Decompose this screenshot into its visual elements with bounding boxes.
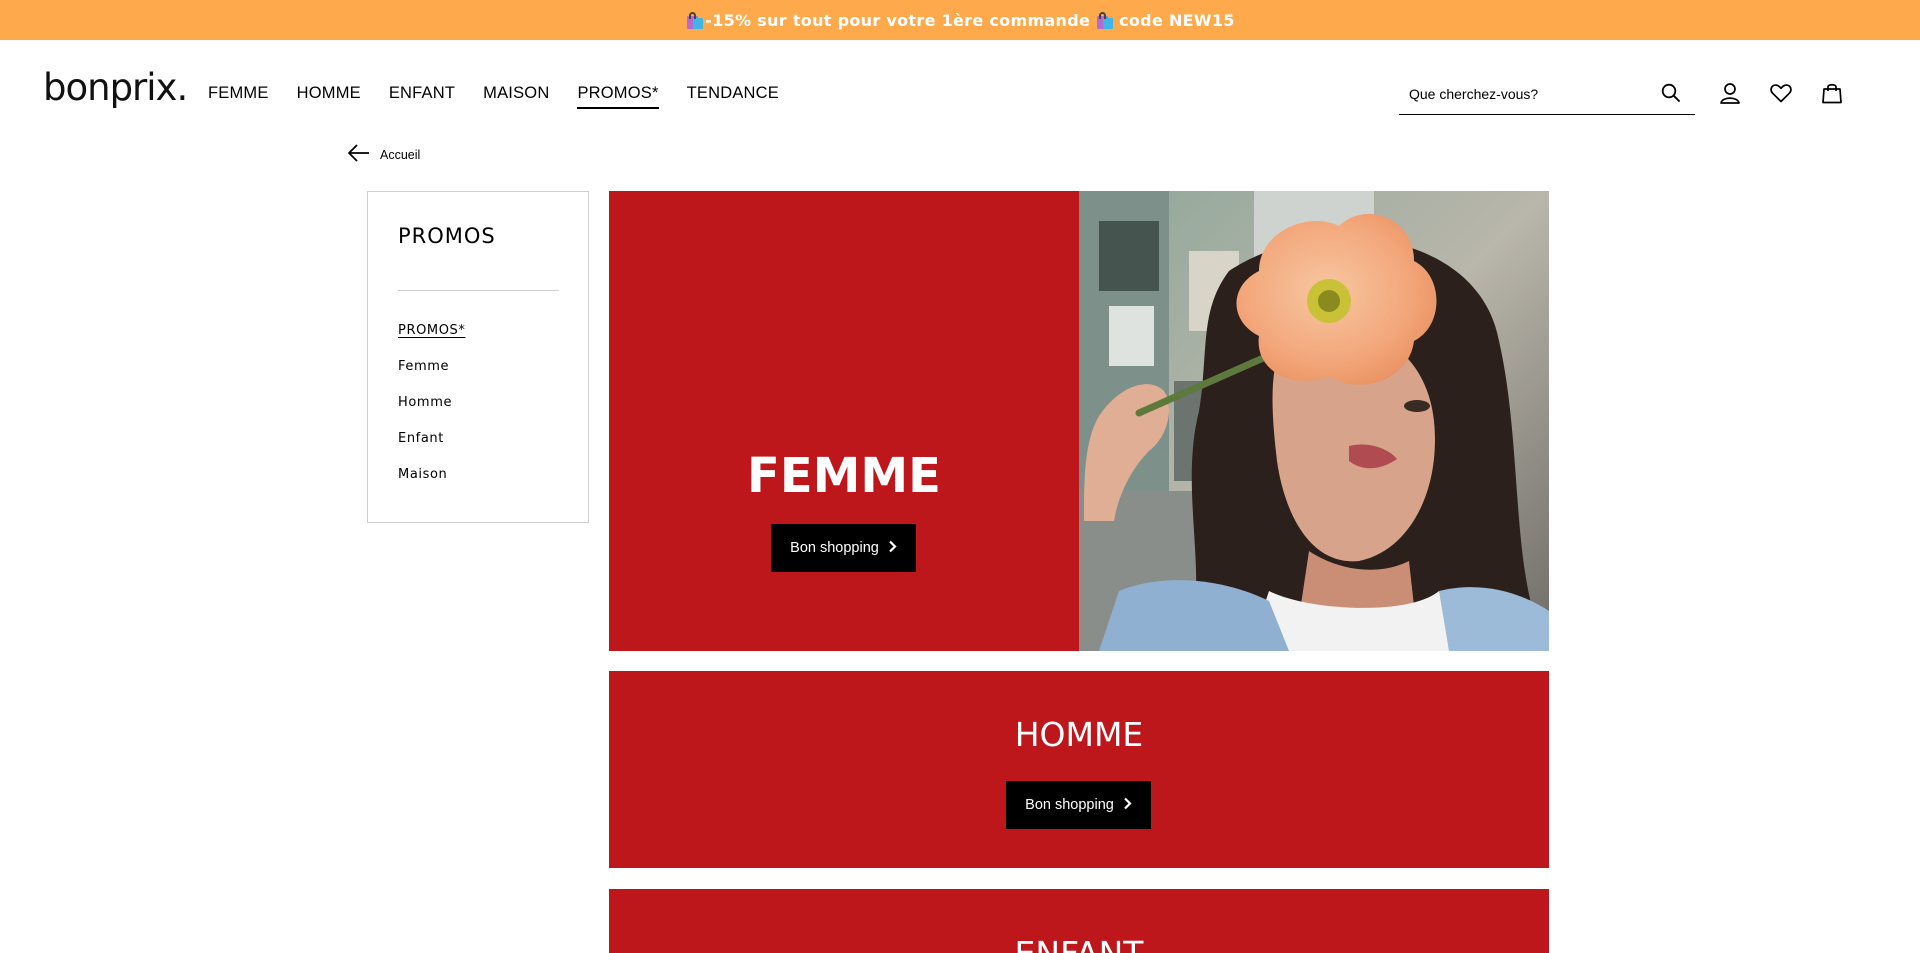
nav-item-maison[interactable]: MAISON <box>483 84 549 109</box>
shopping-bags-icon <box>686 11 704 29</box>
shop-button-label: Bon shopping <box>790 540 879 556</box>
tile-title: FEMME <box>747 448 941 504</box>
sidebar-item-enfant[interactable]: Enfant <box>398 431 466 467</box>
search-input[interactable] <box>1409 82 1659 106</box>
sidebar-item-femme[interactable]: Femme <box>398 359 466 395</box>
promo-tile-femme[interactable]: FEMME Bon shopping <box>609 191 1549 651</box>
nav-item-tendance[interactable]: TENDANCE <box>687 84 779 109</box>
site-header: bonprix. FEMME HOMME ENFANT MAISON PROMO… <box>0 40 1920 130</box>
tile-title: HOMME <box>1014 715 1144 754</box>
tile-title: ENFANT <box>609 934 1549 953</box>
sidebar-item-homme[interactable]: Homme <box>398 395 466 431</box>
category-sidebar: PROMOS PROMOS* Femme Homme Enfant Maison <box>367 191 589 523</box>
shopping-bags-icon <box>1096 11 1114 29</box>
wishlist-heart-icon[interactable] <box>1769 81 1793 105</box>
promo-code-text: code NEW15 <box>1119 10 1235 30</box>
search-box <box>1399 76 1695 115</box>
sidebar-divider <box>398 290 559 291</box>
shop-button-femme[interactable]: Bon shopping <box>771 524 916 572</box>
breadcrumb-label: Accueil <box>380 147 421 162</box>
sidebar-title: PROMOS <box>398 224 496 248</box>
chevron-right-icon <box>1123 797 1132 814</box>
breadcrumb-back-link[interactable]: Accueil <box>347 143 420 166</box>
nav-item-promos[interactable]: PROMOS* <box>577 84 659 109</box>
promo-banner[interactable]: -15% sur tout pour votre 1ère commande c… <box>0 0 1920 40</box>
shop-button-homme[interactable]: Bon shopping <box>1006 781 1151 829</box>
hero-photo <box>1079 191 1549 651</box>
main-nav: FEMME HOMME ENFANT MAISON PROMOS* TENDAN… <box>208 84 779 109</box>
sidebar-item-promos[interactable]: PROMOS* <box>398 323 466 359</box>
search-icon[interactable] <box>1661 83 1681 108</box>
sidebar-list: PROMOS* Femme Homme Enfant Maison <box>398 323 466 503</box>
nav-item-homme[interactable]: HOMME <box>297 84 361 109</box>
cart-bag-icon[interactable] <box>1820 81 1844 105</box>
shop-button-label: Bon shopping <box>1025 797 1114 813</box>
brand-logo[interactable]: bonprix. <box>43 66 188 109</box>
arrow-left-icon <box>347 143 371 166</box>
nav-item-femme[interactable]: FEMME <box>208 84 269 109</box>
chevron-right-icon <box>888 540 897 557</box>
promo-tile-homme[interactable]: HOMME Bon shopping <box>609 671 1549 868</box>
promo-tile-enfant[interactable]: ENFANT <box>609 889 1549 953</box>
sidebar-item-maison[interactable]: Maison <box>398 467 466 503</box>
nav-item-enfant[interactable]: ENFANT <box>389 84 455 109</box>
account-icon[interactable] <box>1718 81 1742 105</box>
promo-text: -15% sur tout pour votre 1ère commande <box>705 10 1091 30</box>
